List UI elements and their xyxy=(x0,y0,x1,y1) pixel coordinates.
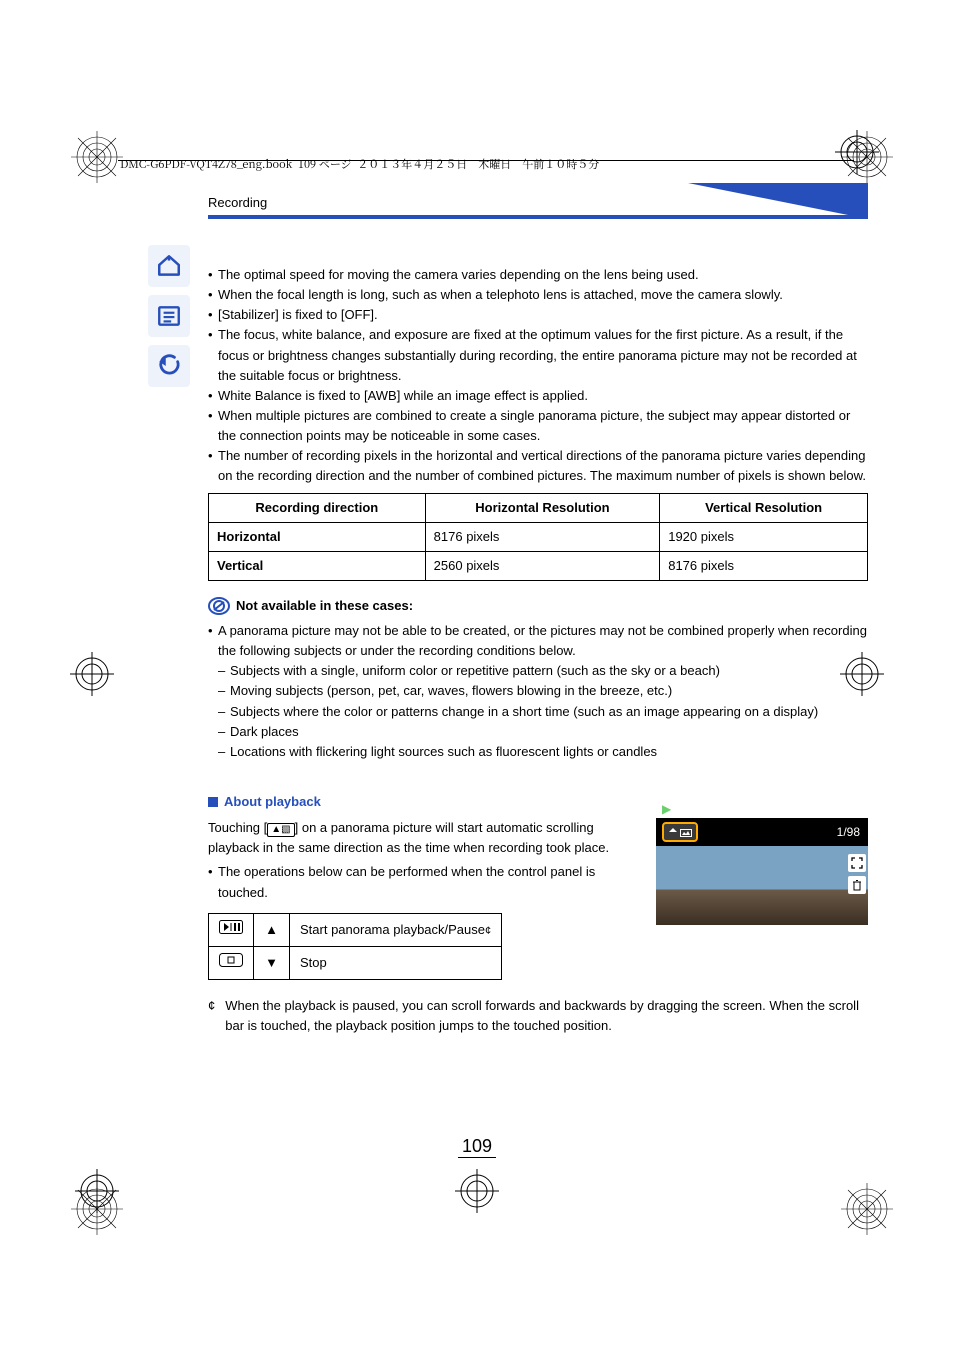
page-number: 109 xyxy=(458,1136,496,1158)
playback-control-table: ▲ Start panorama playback/Pause¢ ▼ Stop xyxy=(208,913,502,980)
about-playback-heading: About playback xyxy=(208,792,868,812)
print-ornament-tl xyxy=(68,128,126,186)
thumb-play-glyph-inline: ▲▧ xyxy=(267,823,294,837)
footnote: ¢ When the playback is paused, you can s… xyxy=(208,996,868,1036)
prohibit-icon xyxy=(208,595,230,617)
back-icon[interactable] xyxy=(148,345,190,387)
index-icon[interactable] xyxy=(148,295,190,337)
resolution-table: Recording direction Horizontal Resolutio… xyxy=(208,493,868,581)
registration-mark xyxy=(70,652,114,696)
framemaker-header: DMC-G6PDF-VQT4Z78_eng.book 109 ページ ２０１３年… xyxy=(120,156,599,172)
framemaker-rule xyxy=(118,160,854,161)
panorama-play-badge[interactable] xyxy=(662,822,698,842)
section-header: Recording xyxy=(208,195,868,221)
registration-mark xyxy=(75,1169,119,1213)
table-row: ▲ Start panorama playback/Pause¢ xyxy=(209,913,502,946)
playback-thumbnail: ▶ 1/98 xyxy=(656,818,868,925)
print-ornament-br xyxy=(838,1180,896,1238)
home-icon[interactable] xyxy=(148,245,190,287)
stop-icon xyxy=(209,946,254,979)
play-indicator-icon: ▶ xyxy=(662,800,671,819)
body-text: •The optimal speed for moving the camera… xyxy=(208,265,868,1036)
table-row: Vertical 2560 pixels 8176 pixels xyxy=(209,551,868,580)
play-pause-icon xyxy=(209,913,254,946)
expand-icon[interactable] xyxy=(848,854,866,872)
table-row: Horizontal 8176 pixels 1920 pixels xyxy=(209,522,868,551)
section-label: Recording xyxy=(208,195,267,210)
delete-icon[interactable] xyxy=(848,876,866,894)
registration-mark xyxy=(835,130,879,174)
registration-mark xyxy=(455,1169,499,1213)
sidebar xyxy=(148,245,192,387)
table-row: ▼ Stop xyxy=(209,946,502,979)
image-counter: 1/98 xyxy=(837,823,860,842)
not-available-heading: Not available in these cases: xyxy=(208,595,868,617)
